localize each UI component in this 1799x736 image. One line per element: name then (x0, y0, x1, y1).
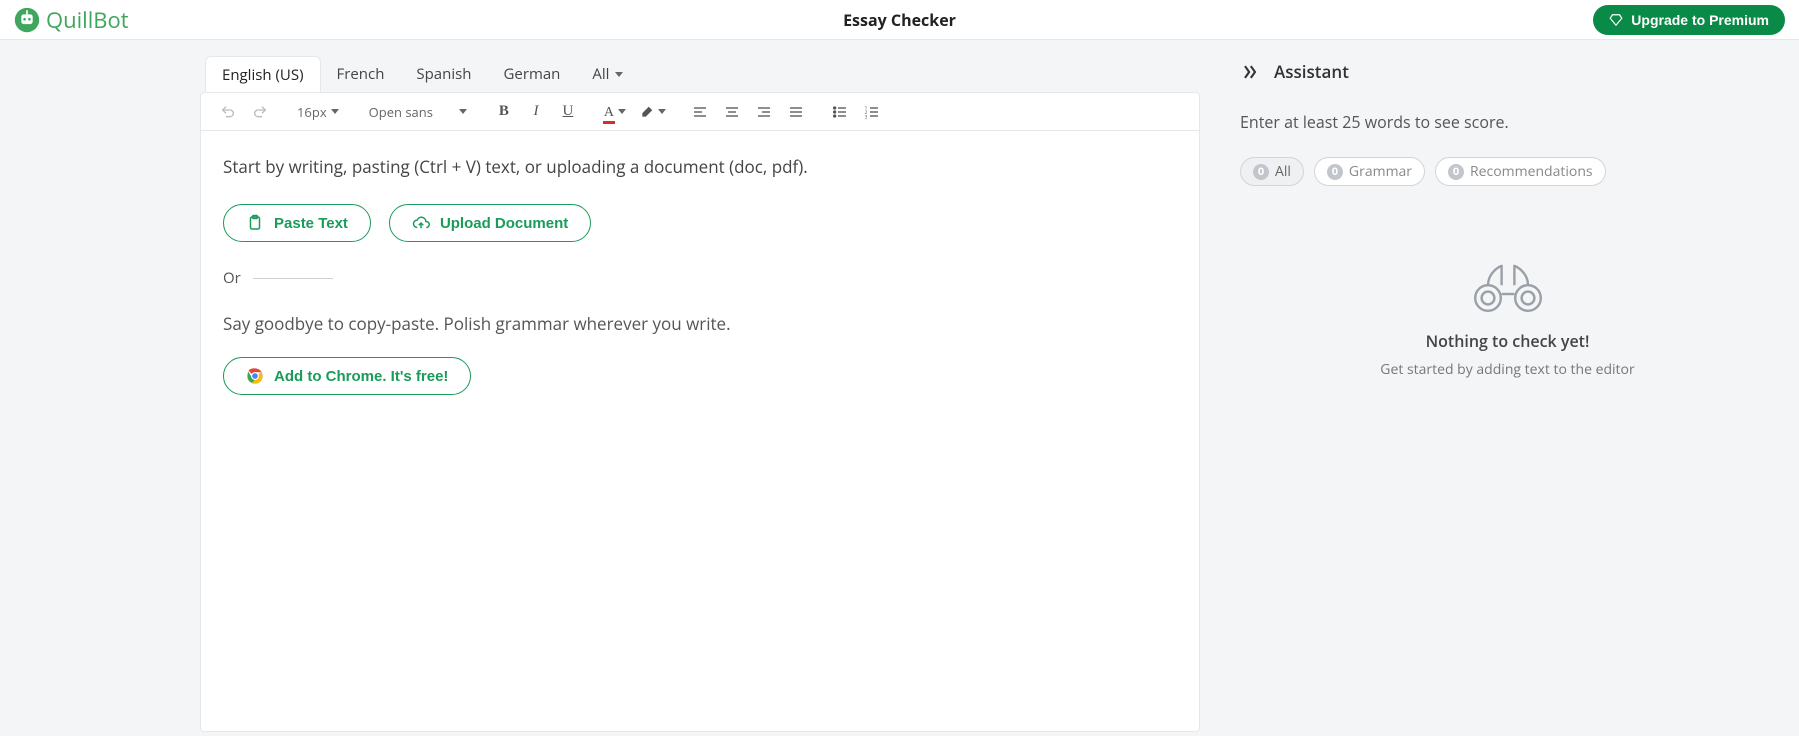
italic-button[interactable]: I (523, 99, 549, 125)
page-title: Essay Checker (843, 9, 956, 31)
chip-label: Grammar (1349, 162, 1412, 181)
editor-body[interactable]: Start by writing, pasting (Ctrl + V) tex… (201, 131, 1199, 419)
quillbot-icon (14, 7, 40, 33)
chevron-down-icon (331, 109, 339, 114)
action-row: Paste Text Upload Document (223, 204, 1177, 242)
tab-english[interactable]: English (US) (205, 56, 321, 92)
top-header: QuillBot Essay Checker Upgrade to Premiu… (0, 0, 1799, 40)
chrome-label: Add to Chrome. It's free! (274, 368, 448, 385)
chip-count: 0 (1253, 164, 1269, 180)
language-tabs: English (US) French Spanish German All (200, 52, 1200, 92)
chip-recommendations[interactable]: 0 Recommendations (1435, 157, 1606, 186)
upgrade-label: Upgrade to Premium (1631, 12, 1769, 28)
editor-card: 16px Open sans B I U A (200, 92, 1200, 732)
tagline-text: Say goodbye to copy-paste. Polish gramma… (223, 312, 1177, 335)
align-right-button[interactable] (751, 99, 777, 125)
text-color-button[interactable]: A (599, 99, 631, 125)
tab-all[interactable]: All (576, 56, 639, 92)
filter-chips: 0 All 0 Grammar 0 Recommendations (1240, 157, 1775, 186)
or-label: Or (223, 268, 241, 288)
brand-name: QuillBot (46, 5, 129, 35)
chip-grammar[interactable]: 0 Grammar (1314, 157, 1425, 186)
main-area: English (US) French Spanish German All (0, 40, 1799, 736)
editor-wrap: English (US) French Spanish German All (200, 40, 1200, 736)
svg-text:3: 3 (865, 114, 868, 119)
highlight-button[interactable] (637, 99, 669, 125)
font-family-select[interactable]: Open sans (363, 103, 473, 121)
undo-button[interactable] (215, 99, 241, 125)
diamond-icon (1609, 13, 1623, 27)
chip-label: All (1275, 162, 1291, 181)
bullet-list-button[interactable] (827, 99, 853, 125)
chip-count: 0 (1327, 164, 1343, 180)
chevron-down-icon (658, 109, 666, 114)
upload-cloud-icon (412, 214, 430, 232)
assistant-title: Assistant (1274, 60, 1349, 83)
tab-label: English (US) (222, 65, 304, 85)
align-left-button[interactable] (687, 99, 713, 125)
score-hint: Enter at least 25 words to see score. (1240, 111, 1775, 133)
paste-label: Paste Text (274, 215, 348, 232)
chevron-down-icon (618, 109, 626, 114)
bold-button[interactable]: B (491, 99, 517, 125)
empty-state: Nothing to check yet! Get started by add… (1240, 256, 1775, 379)
upload-label: Upload Document (440, 215, 568, 232)
chrome-icon (246, 367, 264, 385)
binoculars-icon (1468, 256, 1548, 316)
empty-title: Nothing to check yet! (1240, 330, 1775, 352)
clipboard-icon (246, 214, 264, 232)
chevron-down-icon (459, 109, 467, 114)
tab-spanish[interactable]: Spanish (400, 56, 487, 92)
add-to-chrome-button[interactable]: Add to Chrome. It's free! (223, 357, 471, 395)
assistant-header: Assistant (1240, 60, 1775, 83)
numbered-list-button[interactable]: 123 (859, 99, 885, 125)
upgrade-button[interactable]: Upgrade to Premium (1593, 5, 1785, 35)
formatting-toolbar: 16px Open sans B I U A (201, 93, 1199, 131)
divider-line (253, 278, 333, 279)
upload-document-button[interactable]: Upload Document (389, 204, 591, 242)
collapse-icon[interactable] (1240, 62, 1260, 82)
font-family-value: Open sans (369, 103, 433, 121)
tab-german[interactable]: German (487, 56, 576, 92)
align-center-button[interactable] (719, 99, 745, 125)
tab-label: Spanish (416, 64, 471, 84)
tab-label: All (592, 64, 609, 84)
tab-french[interactable]: French (321, 56, 401, 92)
highlighter-icon (640, 105, 654, 119)
font-size-select[interactable]: 16px (291, 103, 345, 121)
chip-count: 0 (1448, 164, 1464, 180)
editor-placeholder: Start by writing, pasting (Ctrl + V) tex… (223, 155, 1177, 178)
left-gutter (0, 40, 200, 736)
assistant-panel: Assistant Enter at least 25 words to see… (1200, 40, 1799, 736)
chevron-down-icon (615, 72, 623, 77)
underline-button[interactable]: U (555, 99, 581, 125)
tab-label: French (337, 64, 385, 84)
tab-label: German (503, 64, 560, 84)
chip-label: Recommendations (1470, 162, 1593, 181)
paste-text-button[interactable]: Paste Text (223, 204, 371, 242)
chip-all[interactable]: 0 All (1240, 157, 1304, 186)
font-size-value: 16px (297, 103, 327, 121)
brand-logo[interactable]: QuillBot (14, 5, 129, 35)
or-divider: Or (223, 268, 1177, 288)
empty-subtitle: Get started by adding text to the editor (1240, 360, 1775, 379)
align-justify-button[interactable] (783, 99, 809, 125)
redo-button[interactable] (247, 99, 273, 125)
